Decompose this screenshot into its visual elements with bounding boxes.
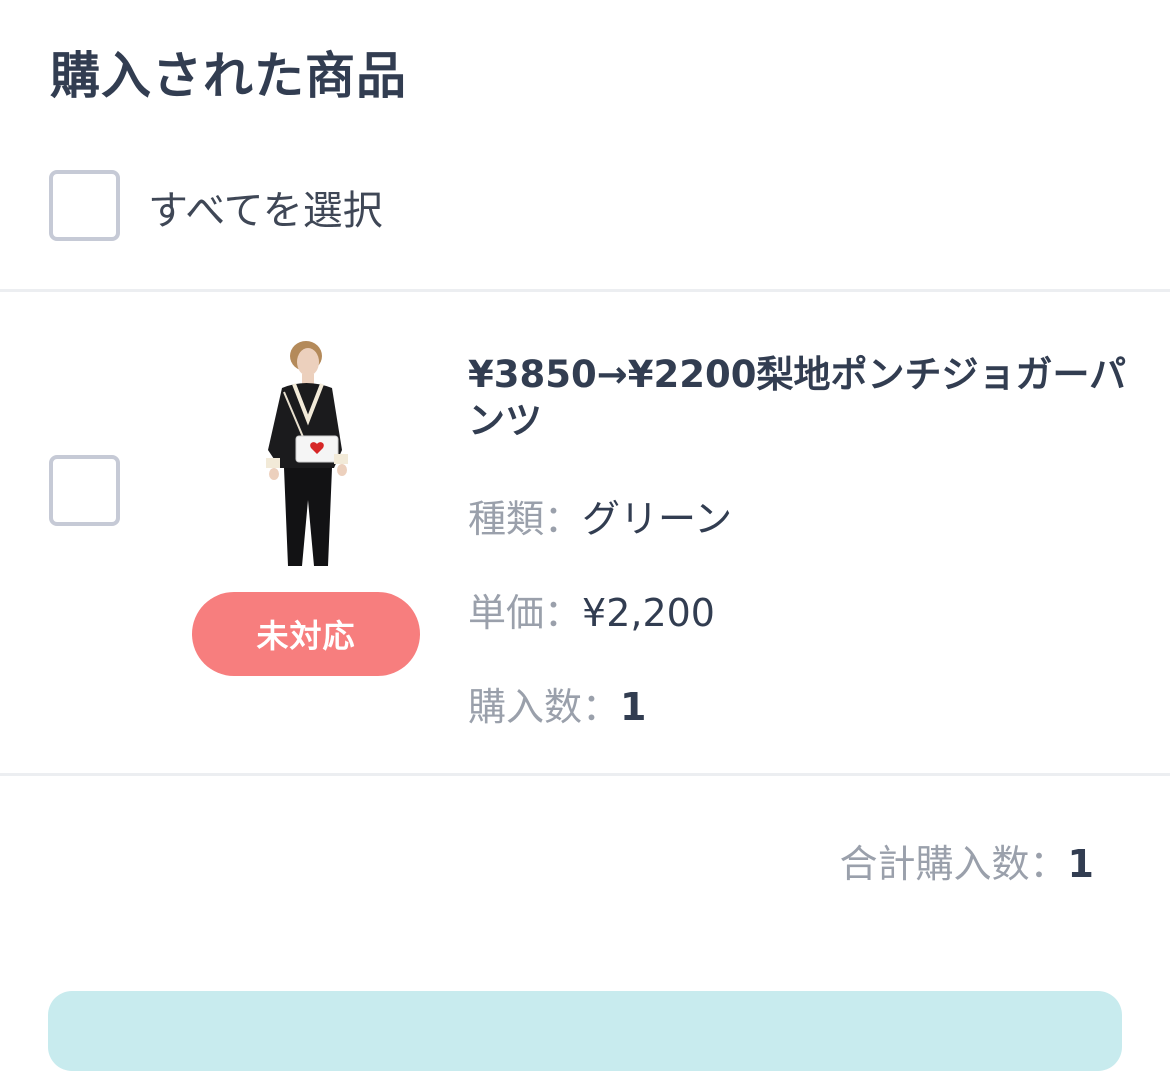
price-row: 単価：¥2,200 bbox=[468, 582, 715, 637]
select-all-checkbox[interactable] bbox=[49, 170, 120, 241]
item-checkbox[interactable] bbox=[49, 455, 120, 526]
quantity-label: 購入数： bbox=[468, 685, 621, 729]
action-button[interactable] bbox=[48, 991, 1122, 1071]
quantity-row: 購入数：1 bbox=[468, 676, 646, 731]
total-quantity: 合計購入数：1 bbox=[840, 833, 1094, 888]
select-all-label[interactable]: すべてを選択 bbox=[148, 178, 383, 236]
total-quantity-value: 1 bbox=[1067, 842, 1094, 886]
price-value: ¥2,200 bbox=[582, 591, 715, 635]
variant-value: グリーン bbox=[582, 497, 733, 541]
status-badge: 未対応 bbox=[192, 592, 420, 676]
product-image[interactable] bbox=[262, 340, 350, 568]
divider bbox=[0, 289, 1170, 292]
page-title: 購入された商品 bbox=[50, 47, 407, 105]
divider bbox=[0, 773, 1170, 776]
product-name[interactable]: ¥3850→¥2200梨地ポンチジョガーパンツ bbox=[468, 352, 1128, 444]
variant-row: 種類：グリーン bbox=[468, 488, 732, 543]
total-quantity-label: 合計購入数： bbox=[839, 842, 1068, 886]
variant-label: 種類： bbox=[468, 497, 583, 541]
quantity-value: 1 bbox=[620, 685, 647, 729]
price-label: 単価： bbox=[468, 591, 583, 635]
